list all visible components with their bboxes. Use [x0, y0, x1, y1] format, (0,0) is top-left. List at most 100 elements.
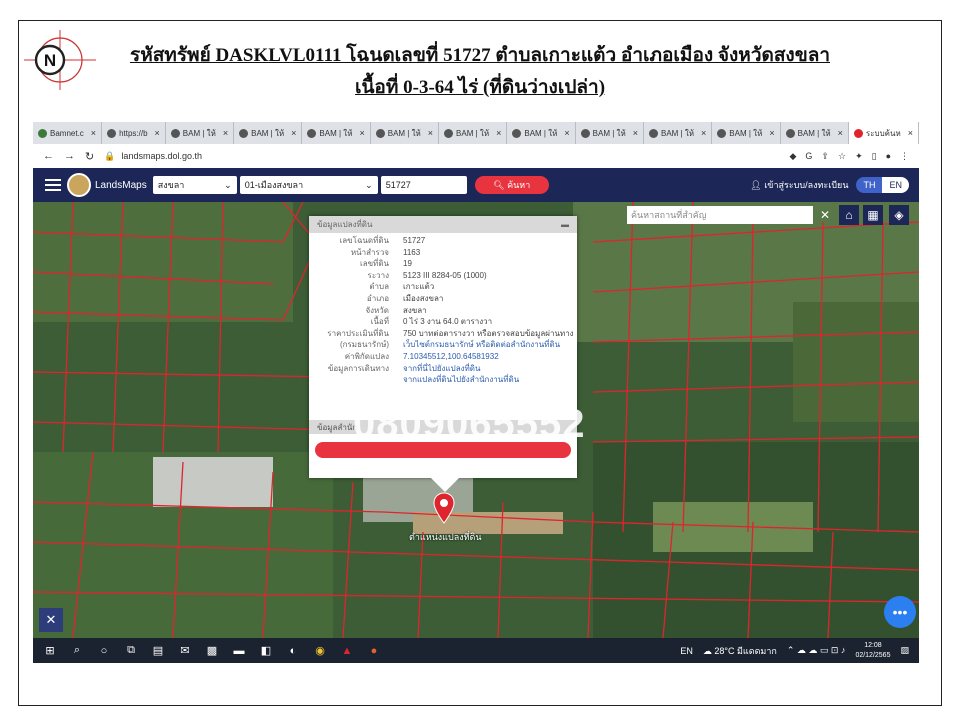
profile-icon[interactable]: ● — [886, 151, 891, 162]
parcel-info-value[interactable]: จากที่นี่ไปยังแปลงที่ดิน — [403, 363, 480, 375]
parcel-info-key: (กรมธนารักษ์) — [340, 340, 389, 350]
input-language[interactable]: EN — [680, 646, 693, 656]
layers-icon[interactable]: ◈ — [889, 205, 909, 225]
parcel-info-row: เลขโฉนดที่ดิน 51727 — [309, 235, 577, 247]
tab-favicon-icon — [107, 128, 117, 138]
parcel-info-key: เลขโฉนดที่ดิน — [339, 236, 389, 245]
tray-icons[interactable]: ⌃ ☁ ☁ ▭ ⊡ ♪ — [787, 645, 846, 656]
browser-tab[interactable]: BAM | ให้ × — [781, 122, 849, 144]
powerpoint-icon[interactable]: ● — [367, 644, 381, 658]
tab-close-icon[interactable]: × — [428, 128, 433, 138]
share-icon[interactable]: ⇪ — [821, 151, 829, 162]
hamburger-menu-icon[interactable] — [45, 179, 61, 191]
app-header: LandsMaps สงขลา ⌄ 01-เมืองสงขลา ⌄ 51727 🔍︎… — [33, 168, 919, 202]
parcel-info-value: 19 — [403, 259, 412, 269]
tab-close-icon[interactable]: × — [633, 128, 638, 138]
tab-close-icon[interactable]: × — [701, 128, 706, 138]
clear-search-icon[interactable]: ✕ — [815, 205, 835, 225]
sidepanel-icon[interactable]: ▯ — [872, 151, 877, 162]
reload-icon[interactable]: ↻ — [85, 150, 94, 163]
tab-close-icon[interactable]: × — [359, 128, 364, 138]
browser-tab[interactable]: BAM | ให้ × — [712, 122, 781, 144]
browser-tab[interactable]: BAM | ให้ × — [507, 122, 576, 144]
login-link[interactable]: 👤︎ เข้าสู่ระบบ/ลงทะเบียน — [750, 178, 848, 192]
browser-tab[interactable]: BAM | ให้ × — [439, 122, 508, 144]
tab-close-icon[interactable]: × — [838, 128, 843, 138]
mail-icon[interactable]: ✉ — [178, 644, 192, 658]
notification-icon[interactable]: ▨ — [900, 645, 909, 656]
parcel-info-value[interactable]: เว็บไซต์กรมธนารักษ์ หรือติดต่อสำนักงานที… — [403, 339, 560, 351]
acrobat-icon[interactable]: ▲ — [340, 644, 354, 658]
collapse-icon[interactable]: ▬ — [561, 220, 569, 229]
clock[interactable]: 12:08 02/12/2565 — [855, 641, 890, 661]
parcel-info-key — [309, 374, 403, 386]
tab-close-icon[interactable]: × — [91, 128, 96, 138]
district-select[interactable]: 01-เมืองสงขลา ⌄ — [239, 176, 378, 194]
app-icon[interactable]: ▩ — [205, 644, 219, 658]
parcel-info-value[interactable]: 7.10345512,100.64581932 — [403, 351, 499, 363]
parcel-info-row: ระวาง 5123 III 8284-05 (1000) — [309, 270, 577, 282]
browser-tab[interactable]: ระบบค้นห × — [848, 122, 919, 144]
tab-label: BAM | ให้ — [729, 128, 763, 138]
back-icon[interactable]: ← — [43, 150, 54, 163]
parcel-info-key: ราคาประเมินที่ดิน — [327, 328, 389, 338]
browser-tab[interactable]: https://b × — [102, 122, 166, 144]
menu-dots-icon[interactable]: ⋮ — [900, 151, 909, 162]
search-icon[interactable]: ⌕ — [70, 644, 84, 658]
tab-close-icon[interactable]: × — [291, 128, 296, 138]
chrome-icon[interactable]: ◉ — [313, 644, 327, 658]
browser-tab[interactable]: BAM | ให้ × — [576, 122, 644, 144]
parcel-info-value[interactable]: จากแปลงที่ดินไปยังสำนักงานที่ดิน — [403, 374, 519, 386]
cortana-icon[interactable]: ○ — [97, 644, 111, 658]
parcel-number-input[interactable]: 51727 — [380, 176, 467, 194]
calculator-icon[interactable]: ▤ — [151, 644, 165, 658]
forward-icon[interactable]: → — [64, 150, 75, 163]
puzzle-icon[interactable]: ✦ — [855, 151, 863, 162]
tab-close-icon[interactable]: × — [223, 128, 228, 138]
browser-tab[interactable]: BAM | ให้ × — [166, 122, 235, 144]
windows-taskbar: ⊞ ⌕ ○ ⧉ ▤ ✉ ▩ ▬ ◧ ◐ ◉ ▲ ● EN ☁ 28°C มีแด… — [33, 638, 919, 663]
parcel-info-rows: เลขโฉนดที่ดิน 51727 หน้าสำรวจ 1163 เลขที่ดิน… — [309, 233, 577, 386]
parcel-info-key: ระวาง — [367, 270, 389, 280]
tab-close-icon[interactable]: × — [155, 128, 160, 138]
url-field[interactable]: landsmaps.dol.go.th — [121, 151, 202, 161]
weather-status[interactable]: ☁ 28°C มีแดดมาก — [703, 644, 777, 658]
parcel-info-row: ข้อมูลการเดินทาง จากที่นี่ไปยังแปลงที่ดิน — [309, 363, 577, 375]
map-view[interactable]: ค้นหาสถานที่สำคัญ ✕ ⌂ ▦ ◈ ข้อมูลแปลงที่ด… — [33, 202, 919, 638]
grid-icon[interactable]: ▦ — [863, 205, 883, 225]
location-pin-icon[interactable] — [433, 492, 455, 529]
task-view-icon[interactable]: ⧉ — [124, 644, 138, 658]
tab-close-icon[interactable]: × — [564, 128, 569, 138]
clock-date: 02/12/2565 — [855, 651, 891, 659]
browser-tab[interactable]: BAM | ให้ × — [644, 122, 713, 144]
edge-icon[interactable]: ◐ — [286, 644, 300, 658]
user-icon: 👤︎ — [750, 180, 765, 190]
tab-close-icon[interactable]: × — [908, 128, 913, 138]
browser-tab[interactable]: Bamnet.c × — [33, 122, 103, 144]
outlook-icon[interactable]: ◧ — [259, 644, 273, 658]
search-button[interactable]: 🔍︎ ค้นหา — [474, 176, 549, 194]
tab-favicon-icon — [580, 128, 590, 138]
browser-tab[interactable]: BAM | ให้ × — [302, 122, 371, 144]
language-toggle: TH EN — [856, 177, 909, 193]
windows-start-icon[interactable]: ⊞ — [43, 644, 57, 658]
google-icon[interactable]: G — [805, 151, 812, 162]
lang-en-button[interactable]: EN — [882, 177, 909, 193]
tab-label: BAM | ให้ — [797, 128, 831, 138]
tab-close-icon[interactable]: × — [496, 128, 501, 138]
province-select[interactable]: สงขลา ⌄ — [152, 176, 237, 194]
parcel-info-row: หน้าสำรวจ 1163 — [309, 247, 577, 259]
bookmark-star-icon[interactable]: ☆ — [838, 151, 846, 162]
home-icon[interactable]: ⌂ — [839, 205, 859, 225]
chat-icon[interactable]: ••• — [884, 596, 916, 628]
address-bar: ← → ↻ 🔒 landsmaps.dol.go.th ◆ G ⇪ ☆ ✦ ▯ … — [33, 144, 919, 169]
browser-tab[interactable]: BAM | ให้ × — [234, 122, 303, 144]
browser-tab[interactable]: BAM | ให้ × — [371, 122, 440, 144]
tools-icon[interactable]: ✕ — [39, 608, 63, 632]
map-search-input[interactable]: ค้นหาสถานที่สำคัญ — [627, 206, 813, 224]
landsmaps-logo — [67, 173, 91, 197]
tab-close-icon[interactable]: × — [769, 128, 774, 138]
extension-icon[interactable]: ◆ — [790, 151, 797, 162]
lang-th-button[interactable]: TH — [856, 177, 883, 193]
file-explorer-icon[interactable]: ▬ — [232, 644, 246, 658]
